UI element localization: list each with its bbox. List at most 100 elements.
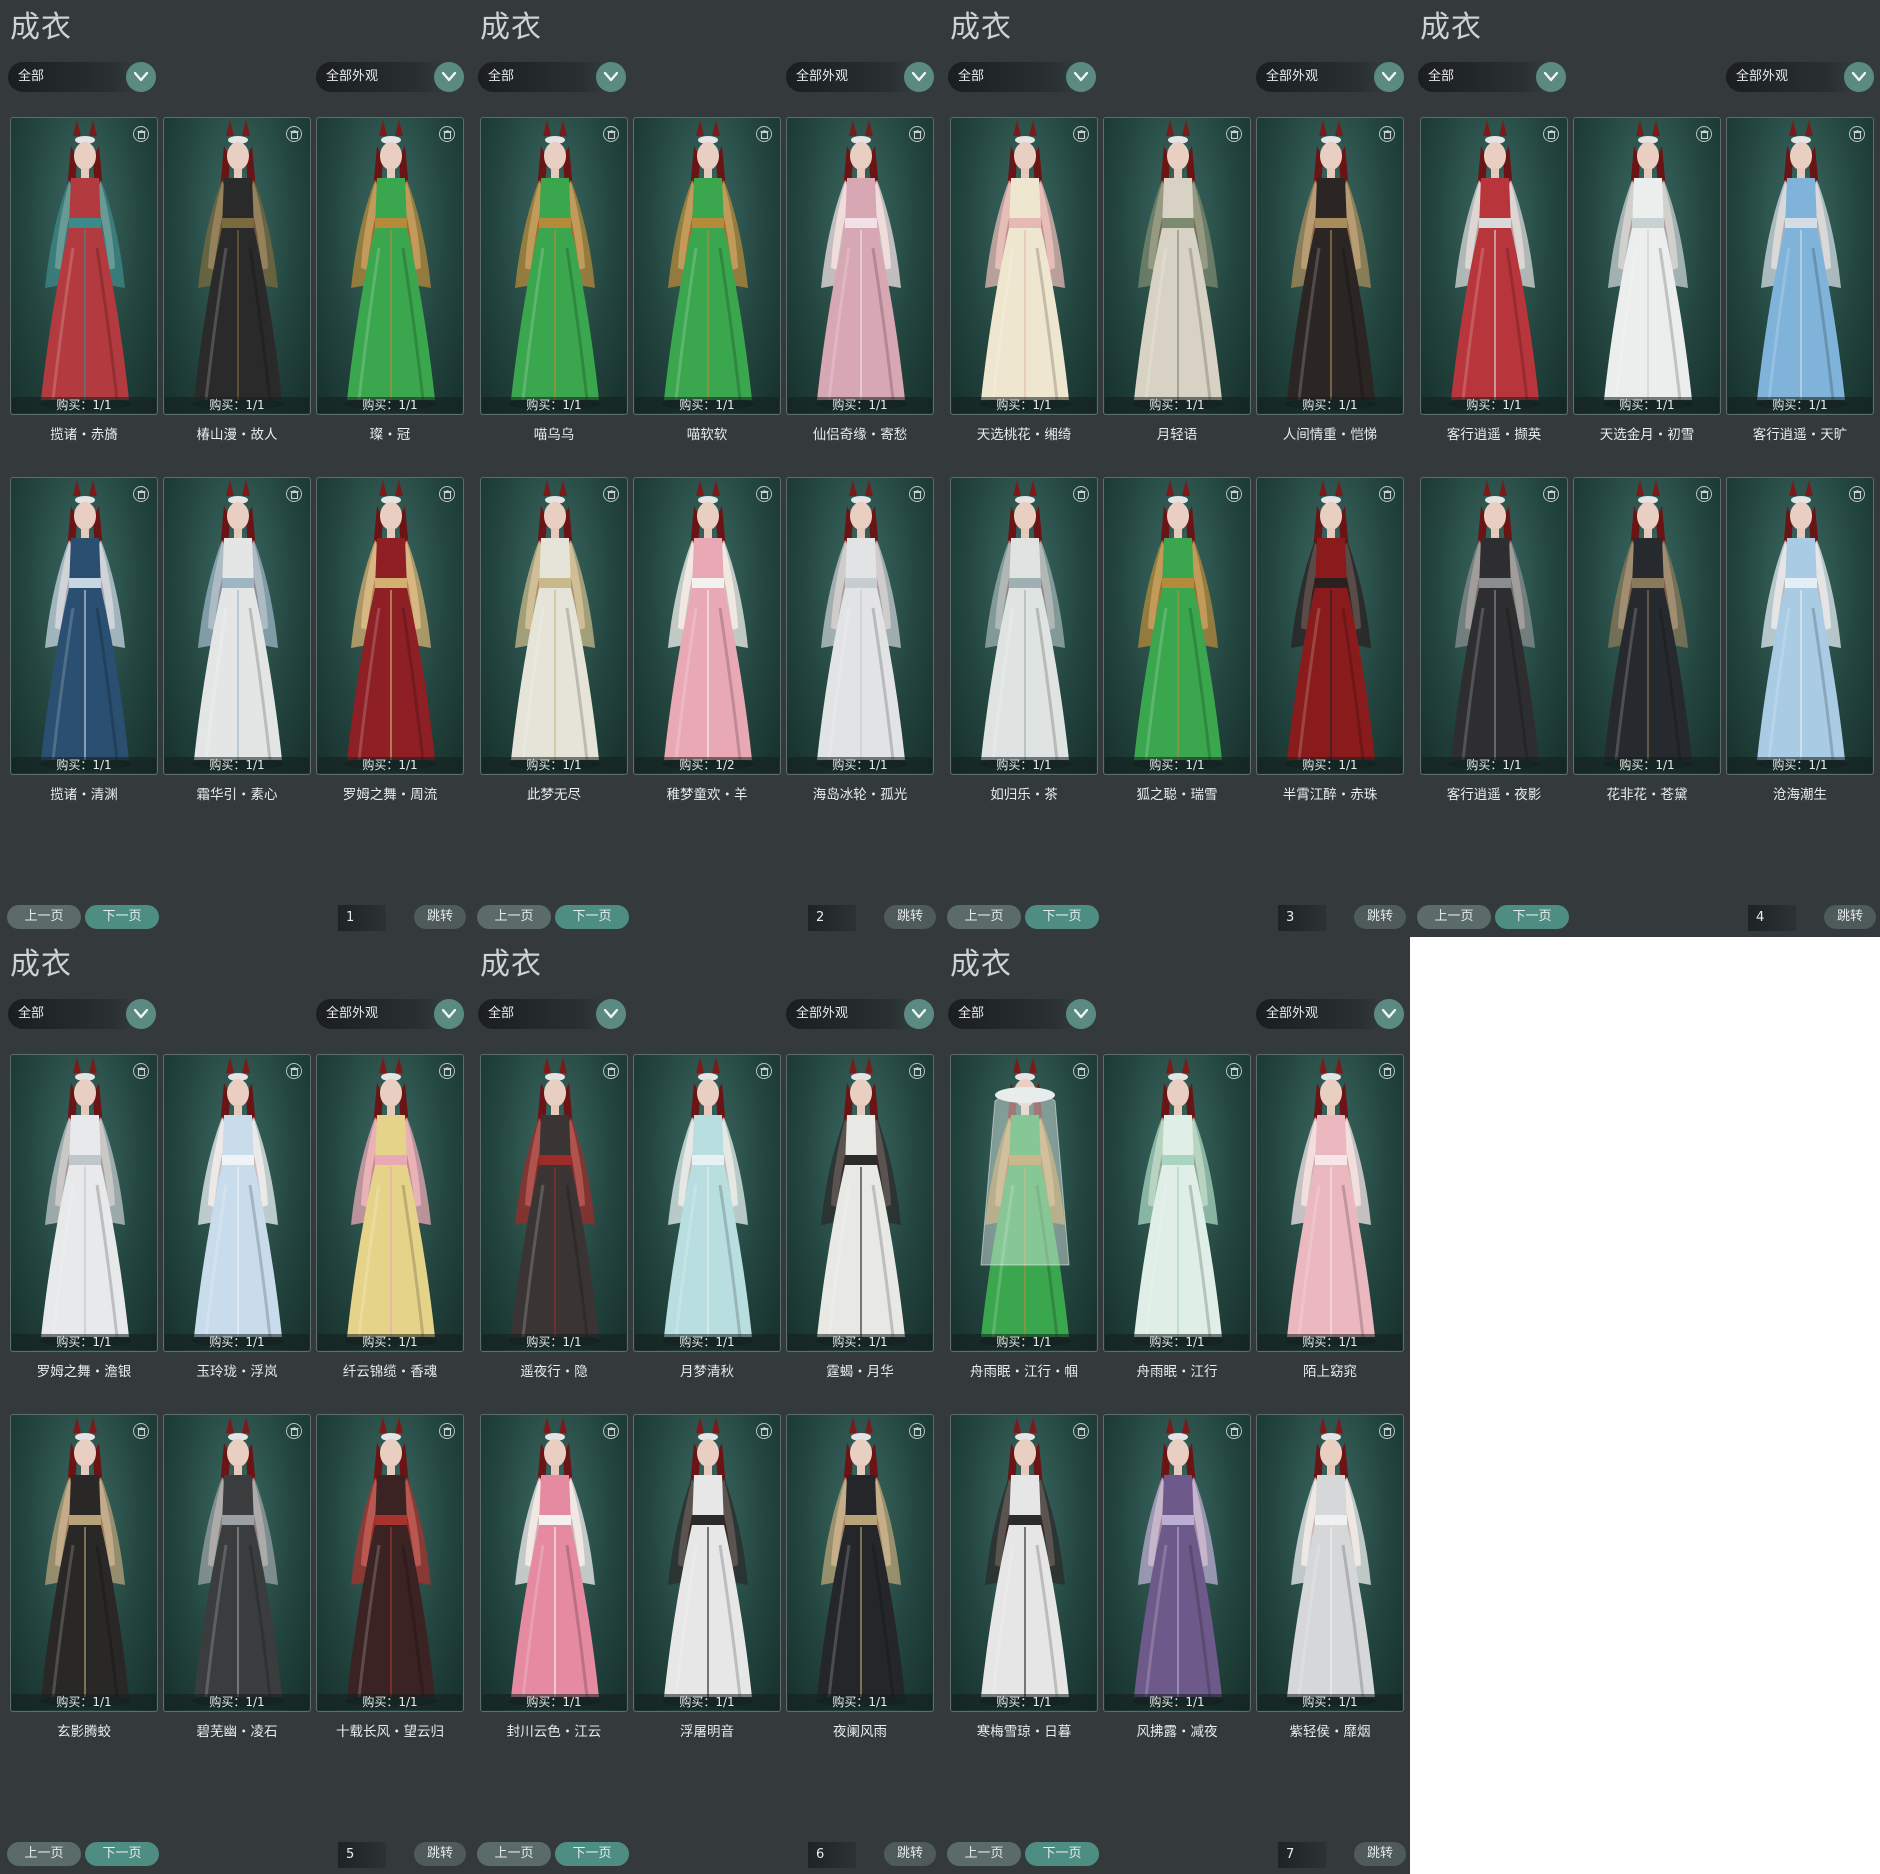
outfit-card-frame[interactable]: 购买：1/1: [950, 1414, 1098, 1712]
trash-icon-button[interactable]: [756, 1423, 772, 1439]
trash-icon-button[interactable]: [1226, 1423, 1242, 1439]
outfit-card[interactable]: 购买：1/1 纤云锦缆・香魂: [316, 1054, 464, 1414]
outfit-card[interactable]: 购买：1/1 客行逍遥・天旷: [1726, 117, 1874, 477]
outfit-card[interactable]: 购买：1/1 陌上窈窕: [1256, 1054, 1404, 1414]
outfit-card-frame[interactable]: 购买：1/1: [480, 117, 628, 415]
outfit-card-frame[interactable]: 购买：1/1: [163, 117, 311, 415]
appearance-filter-dropdown[interactable]: 全部外观: [1726, 62, 1874, 92]
outfit-card-frame[interactable]: 购买：1/1: [1103, 477, 1251, 775]
trash-icon-button[interactable]: [603, 1423, 619, 1439]
outfit-card[interactable]: 购买：1/1 风拂露・减夜: [1103, 1414, 1251, 1774]
appearance-dropdown-toggle[interactable]: [434, 62, 464, 92]
next-page-button[interactable]: 下一页: [1495, 905, 1569, 929]
category-dropdown[interactable]: 全部: [8, 62, 156, 92]
page-number-input[interactable]: 2: [808, 905, 856, 931]
next-page-button[interactable]: 下一页: [1025, 905, 1099, 929]
outfit-card[interactable]: 购买：1/1 封川云色・江云: [480, 1414, 628, 1774]
outfit-card[interactable]: 购买：1/1 天选桃花・缃绮: [950, 117, 1098, 477]
outfit-card-frame[interactable]: 购买：1/1: [1726, 477, 1874, 775]
outfit-card-frame[interactable]: 购买：1/1: [1573, 117, 1721, 415]
trash-icon-button[interactable]: [603, 486, 619, 502]
outfit-card[interactable]: 购买：1/1 月梦清秋: [633, 1054, 781, 1414]
category-dropdown-toggle[interactable]: [1536, 62, 1566, 92]
trash-icon-button[interactable]: [1226, 126, 1242, 142]
outfit-card-frame[interactable]: 购买：1/1: [633, 117, 781, 415]
outfit-card-frame[interactable]: 购买：1/1: [1420, 117, 1568, 415]
prev-page-button[interactable]: 上一页: [7, 905, 81, 929]
outfit-card[interactable]: 购买：1/1 遥夜行・隐: [480, 1054, 628, 1414]
outfit-card-frame[interactable]: 购买：1/1: [786, 1054, 934, 1352]
outfit-card-frame[interactable]: 购买：1/1: [1256, 1414, 1404, 1712]
trash-icon-button[interactable]: [1379, 486, 1395, 502]
next-page-button[interactable]: 下一页: [85, 905, 159, 929]
outfit-card[interactable]: 购买：1/1 半霄江醉・赤珠: [1256, 477, 1404, 837]
outfit-card[interactable]: 购买：1/1 仙侣奇缘・寄愁: [786, 117, 934, 477]
page-number-input[interactable]: 7: [1278, 1842, 1326, 1868]
next-page-button[interactable]: 下一页: [1025, 1842, 1099, 1866]
outfit-card[interactable]: 购买：1/1 紫轻侯・靡烟: [1256, 1414, 1404, 1774]
trash-icon-button[interactable]: [756, 1063, 772, 1079]
outfit-card[interactable]: 购买：1/1 霆蝎・月华: [786, 1054, 934, 1414]
outfit-card-frame[interactable]: 购买：1/1: [1573, 477, 1721, 775]
trash-icon-button[interactable]: [909, 1423, 925, 1439]
outfit-card[interactable]: 购买：1/1 海岛冰轮・孤光: [786, 477, 934, 837]
outfit-card-frame[interactable]: 购买：1/1: [163, 1054, 311, 1352]
outfit-card[interactable]: 购买：1/1 舟雨眠・江行・帼: [950, 1054, 1098, 1414]
prev-page-button[interactable]: 上一页: [947, 905, 1021, 929]
trash-icon-button[interactable]: [439, 1423, 455, 1439]
jump-button[interactable]: 跳转: [1354, 905, 1406, 929]
appearance-filter-dropdown[interactable]: 全部外观: [786, 62, 934, 92]
category-dropdown-toggle[interactable]: [126, 999, 156, 1029]
outfit-card-frame[interactable]: 购买：1/1: [10, 1054, 158, 1352]
trash-icon-button[interactable]: [1379, 126, 1395, 142]
outfit-card-frame[interactable]: 购买：1/1: [480, 1054, 628, 1352]
appearance-filter-dropdown[interactable]: 全部外观: [786, 999, 934, 1029]
outfit-card-frame[interactable]: 购买：1/1: [1256, 477, 1404, 775]
category-dropdown[interactable]: 全部: [1418, 62, 1566, 92]
jump-button[interactable]: 跳转: [414, 1842, 466, 1866]
category-dropdown[interactable]: 全部: [478, 62, 626, 92]
appearance-filter-dropdown[interactable]: 全部外观: [316, 62, 464, 92]
page-number-input[interactable]: 4: [1748, 905, 1796, 931]
trash-icon-button[interactable]: [286, 1423, 302, 1439]
outfit-card-frame[interactable]: 购买：1/1: [786, 117, 934, 415]
page-number-input[interactable]: 6: [808, 1842, 856, 1868]
jump-button[interactable]: 跳转: [414, 905, 466, 929]
trash-icon-button[interactable]: [286, 486, 302, 502]
outfit-card-frame[interactable]: 购买：1/1: [316, 117, 464, 415]
category-dropdown-toggle[interactable]: [596, 62, 626, 92]
prev-page-button[interactable]: 上一页: [947, 1842, 1021, 1866]
outfit-card-frame[interactable]: 购买：1/1: [1256, 117, 1404, 415]
category-dropdown-toggle[interactable]: [596, 999, 626, 1029]
prev-page-button[interactable]: 上一页: [7, 1842, 81, 1866]
outfit-card[interactable]: 购买：1/1 夜阑风雨: [786, 1414, 934, 1774]
appearance-dropdown-toggle[interactable]: [904, 62, 934, 92]
trash-icon-button[interactable]: [133, 1423, 149, 1439]
outfit-card-frame[interactable]: 购买：1/1: [316, 477, 464, 775]
outfit-card[interactable]: 购买：1/1 揽诸・清渊: [10, 477, 158, 837]
appearance-dropdown-toggle[interactable]: [1374, 62, 1404, 92]
outfit-card[interactable]: 购买：1/1 喵软软: [633, 117, 781, 477]
trash-icon-button[interactable]: [1073, 1423, 1089, 1439]
trash-icon-button[interactable]: [909, 126, 925, 142]
outfit-card-frame[interactable]: 购买：1/1: [786, 1414, 934, 1712]
outfit-card-frame[interactable]: 购买：1/2: [633, 477, 781, 775]
outfit-card-frame[interactable]: 购买：1/1: [316, 1414, 464, 1712]
outfit-card-frame[interactable]: 购买：1/1: [1103, 117, 1251, 415]
outfit-card[interactable]: 购买：1/1 天选金月・初雪: [1573, 117, 1721, 477]
outfit-card[interactable]: 购买：1/2 稚梦童欢・羊: [633, 477, 781, 837]
outfit-card[interactable]: 购买：1/1 玄影腾蛟: [10, 1414, 158, 1774]
outfit-card[interactable]: 购买：1/1 客行逍遥・夜影: [1420, 477, 1568, 837]
outfit-card-frame[interactable]: 购买：1/1: [1420, 477, 1568, 775]
trash-icon-button[interactable]: [1073, 126, 1089, 142]
appearance-dropdown-toggle[interactable]: [1374, 999, 1404, 1029]
category-dropdown[interactable]: 全部: [948, 62, 1096, 92]
outfit-card-frame[interactable]: 购买：1/1: [1256, 1054, 1404, 1352]
outfit-card[interactable]: 购买：1/1 十载长风・望云归: [316, 1414, 464, 1774]
trash-icon-button[interactable]: [439, 1063, 455, 1079]
trash-icon-button[interactable]: [1226, 1063, 1242, 1079]
trash-icon-button[interactable]: [1696, 486, 1712, 502]
next-page-button[interactable]: 下一页: [85, 1842, 159, 1866]
appearance-dropdown-toggle[interactable]: [1844, 62, 1874, 92]
outfit-card[interactable]: 购买：1/1 寒梅雪琼・日暮: [950, 1414, 1098, 1774]
